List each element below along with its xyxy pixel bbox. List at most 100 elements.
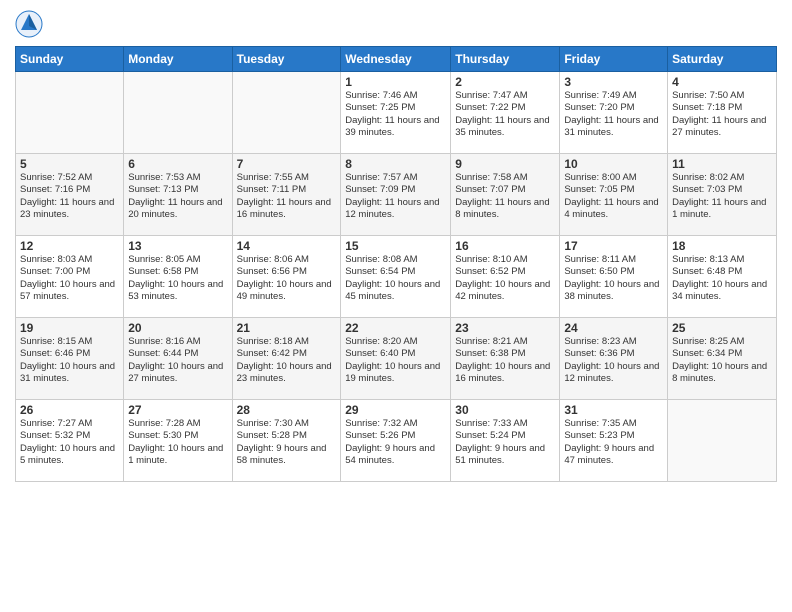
day-info: Sunset: 5:32 PM — [20, 430, 119, 442]
day-info: Sunset: 7:22 PM — [455, 102, 555, 114]
day-number: 2 — [455, 75, 555, 89]
day-info: Sunrise: 8:13 AM — [672, 254, 772, 266]
weekday-header: Thursday — [451, 47, 560, 72]
day-info: Sunset: 7:05 PM — [564, 184, 663, 196]
weekday-header: Saturday — [668, 47, 777, 72]
day-info: Sunrise: 8:10 AM — [455, 254, 555, 266]
weekday-header: Sunday — [16, 47, 124, 72]
day-info: Sunrise: 7:57 AM — [345, 172, 446, 184]
page-header — [15, 10, 777, 38]
page-container: SundayMondayTuesdayWednesdayThursdayFrid… — [0, 0, 792, 487]
calendar-cell: 7Sunrise: 7:55 AMSunset: 7:11 PMDaylight… — [232, 154, 341, 236]
calendar-header-row: SundayMondayTuesdayWednesdayThursdayFrid… — [16, 47, 777, 72]
day-number: 14 — [237, 239, 337, 253]
day-info: Daylight: 10 hours and 34 minutes. — [672, 279, 772, 304]
day-info: Daylight: 11 hours and 20 minutes. — [128, 197, 227, 222]
day-info: Sunrise: 8:15 AM — [20, 336, 119, 348]
day-info: Sunrise: 7:49 AM — [564, 90, 663, 102]
day-info: Sunrise: 7:30 AM — [237, 418, 337, 430]
day-info: Sunrise: 7:35 AM — [564, 418, 663, 430]
day-info: Sunset: 7:09 PM — [345, 184, 446, 196]
day-info: Sunset: 5:24 PM — [455, 430, 555, 442]
weekday-header: Friday — [560, 47, 668, 72]
calendar-cell: 5Sunrise: 7:52 AMSunset: 7:16 PMDaylight… — [16, 154, 124, 236]
day-info: Sunrise: 8:02 AM — [672, 172, 772, 184]
day-info: Sunrise: 8:21 AM — [455, 336, 555, 348]
day-number: 5 — [20, 157, 119, 171]
calendar-cell: 26Sunrise: 7:27 AMSunset: 5:32 PMDayligh… — [16, 400, 124, 482]
calendar-cell — [124, 72, 232, 154]
day-number: 29 — [345, 403, 446, 417]
calendar-cell: 31Sunrise: 7:35 AMSunset: 5:23 PMDayligh… — [560, 400, 668, 482]
day-info: Daylight: 10 hours and 45 minutes. — [345, 279, 446, 304]
day-info: Daylight: 10 hours and 38 minutes. — [564, 279, 663, 304]
calendar-cell: 20Sunrise: 8:16 AMSunset: 6:44 PMDayligh… — [124, 318, 232, 400]
calendar-cell: 15Sunrise: 8:08 AMSunset: 6:54 PMDayligh… — [341, 236, 451, 318]
day-number: 6 — [128, 157, 227, 171]
day-number: 12 — [20, 239, 119, 253]
day-info: Sunset: 7:03 PM — [672, 184, 772, 196]
day-info: Sunset: 5:30 PM — [128, 430, 227, 442]
day-info: Sunrise: 7:58 AM — [455, 172, 555, 184]
calendar-cell: 10Sunrise: 8:00 AMSunset: 7:05 PMDayligh… — [560, 154, 668, 236]
calendar-cell — [232, 72, 341, 154]
day-info: Sunrise: 8:05 AM — [128, 254, 227, 266]
day-info: Daylight: 11 hours and 16 minutes. — [237, 197, 337, 222]
day-info: Sunrise: 7:27 AM — [20, 418, 119, 430]
day-info: Sunset: 6:54 PM — [345, 266, 446, 278]
day-number: 22 — [345, 321, 446, 335]
day-info: Sunrise: 8:20 AM — [345, 336, 446, 348]
day-info: Daylight: 10 hours and 1 minute. — [128, 443, 227, 468]
day-info: Daylight: 11 hours and 1 minute. — [672, 197, 772, 222]
day-number: 3 — [564, 75, 663, 89]
day-number: 8 — [345, 157, 446, 171]
day-info: Daylight: 9 hours and 58 minutes. — [237, 443, 337, 468]
day-info: Daylight: 10 hours and 23 minutes. — [237, 361, 337, 386]
day-info: Sunset: 5:26 PM — [345, 430, 446, 442]
day-number: 21 — [237, 321, 337, 335]
day-info: Sunrise: 8:00 AM — [564, 172, 663, 184]
day-number: 26 — [20, 403, 119, 417]
calendar-cell: 24Sunrise: 8:23 AMSunset: 6:36 PMDayligh… — [560, 318, 668, 400]
day-info: Sunset: 6:48 PM — [672, 266, 772, 278]
day-info: Daylight: 10 hours and 5 minutes. — [20, 443, 119, 468]
day-info: Daylight: 9 hours and 47 minutes. — [564, 443, 663, 468]
weekday-header: Monday — [124, 47, 232, 72]
day-info: Sunset: 5:23 PM — [564, 430, 663, 442]
day-number: 31 — [564, 403, 663, 417]
day-info: Daylight: 10 hours and 49 minutes. — [237, 279, 337, 304]
day-info: Sunset: 6:34 PM — [672, 348, 772, 360]
weekday-header: Wednesday — [341, 47, 451, 72]
calendar-cell: 25Sunrise: 8:25 AMSunset: 6:34 PMDayligh… — [668, 318, 777, 400]
day-info: Sunrise: 8:18 AM — [237, 336, 337, 348]
day-info: Sunset: 7:13 PM — [128, 184, 227, 196]
calendar-cell: 11Sunrise: 8:02 AMSunset: 7:03 PMDayligh… — [668, 154, 777, 236]
day-number: 9 — [455, 157, 555, 171]
day-number: 4 — [672, 75, 772, 89]
day-number: 15 — [345, 239, 446, 253]
day-info: Sunrise: 8:25 AM — [672, 336, 772, 348]
calendar-cell: 28Sunrise: 7:30 AMSunset: 5:28 PMDayligh… — [232, 400, 341, 482]
day-info: Sunset: 6:42 PM — [237, 348, 337, 360]
day-info: Sunset: 7:00 PM — [20, 266, 119, 278]
day-info: Sunrise: 8:16 AM — [128, 336, 227, 348]
day-info: Daylight: 11 hours and 27 minutes. — [672, 115, 772, 140]
calendar-week-row: 26Sunrise: 7:27 AMSunset: 5:32 PMDayligh… — [16, 400, 777, 482]
calendar-cell: 12Sunrise: 8:03 AMSunset: 7:00 PMDayligh… — [16, 236, 124, 318]
day-info: Sunrise: 8:03 AM — [20, 254, 119, 266]
day-info: Sunset: 6:58 PM — [128, 266, 227, 278]
day-info: Sunset: 6:44 PM — [128, 348, 227, 360]
day-info: Sunrise: 7:55 AM — [237, 172, 337, 184]
day-info: Daylight: 10 hours and 27 minutes. — [128, 361, 227, 386]
calendar-cell — [16, 72, 124, 154]
day-info: Daylight: 11 hours and 12 minutes. — [345, 197, 446, 222]
calendar-cell: 19Sunrise: 8:15 AMSunset: 6:46 PMDayligh… — [16, 318, 124, 400]
day-info: Sunrise: 7:52 AM — [20, 172, 119, 184]
day-info: Sunrise: 7:53 AM — [128, 172, 227, 184]
day-info: Sunrise: 8:11 AM — [564, 254, 663, 266]
day-number: 27 — [128, 403, 227, 417]
day-info: Daylight: 11 hours and 35 minutes. — [455, 115, 555, 140]
day-info: Sunset: 7:07 PM — [455, 184, 555, 196]
calendar-cell: 30Sunrise: 7:33 AMSunset: 5:24 PMDayligh… — [451, 400, 560, 482]
day-number: 24 — [564, 321, 663, 335]
